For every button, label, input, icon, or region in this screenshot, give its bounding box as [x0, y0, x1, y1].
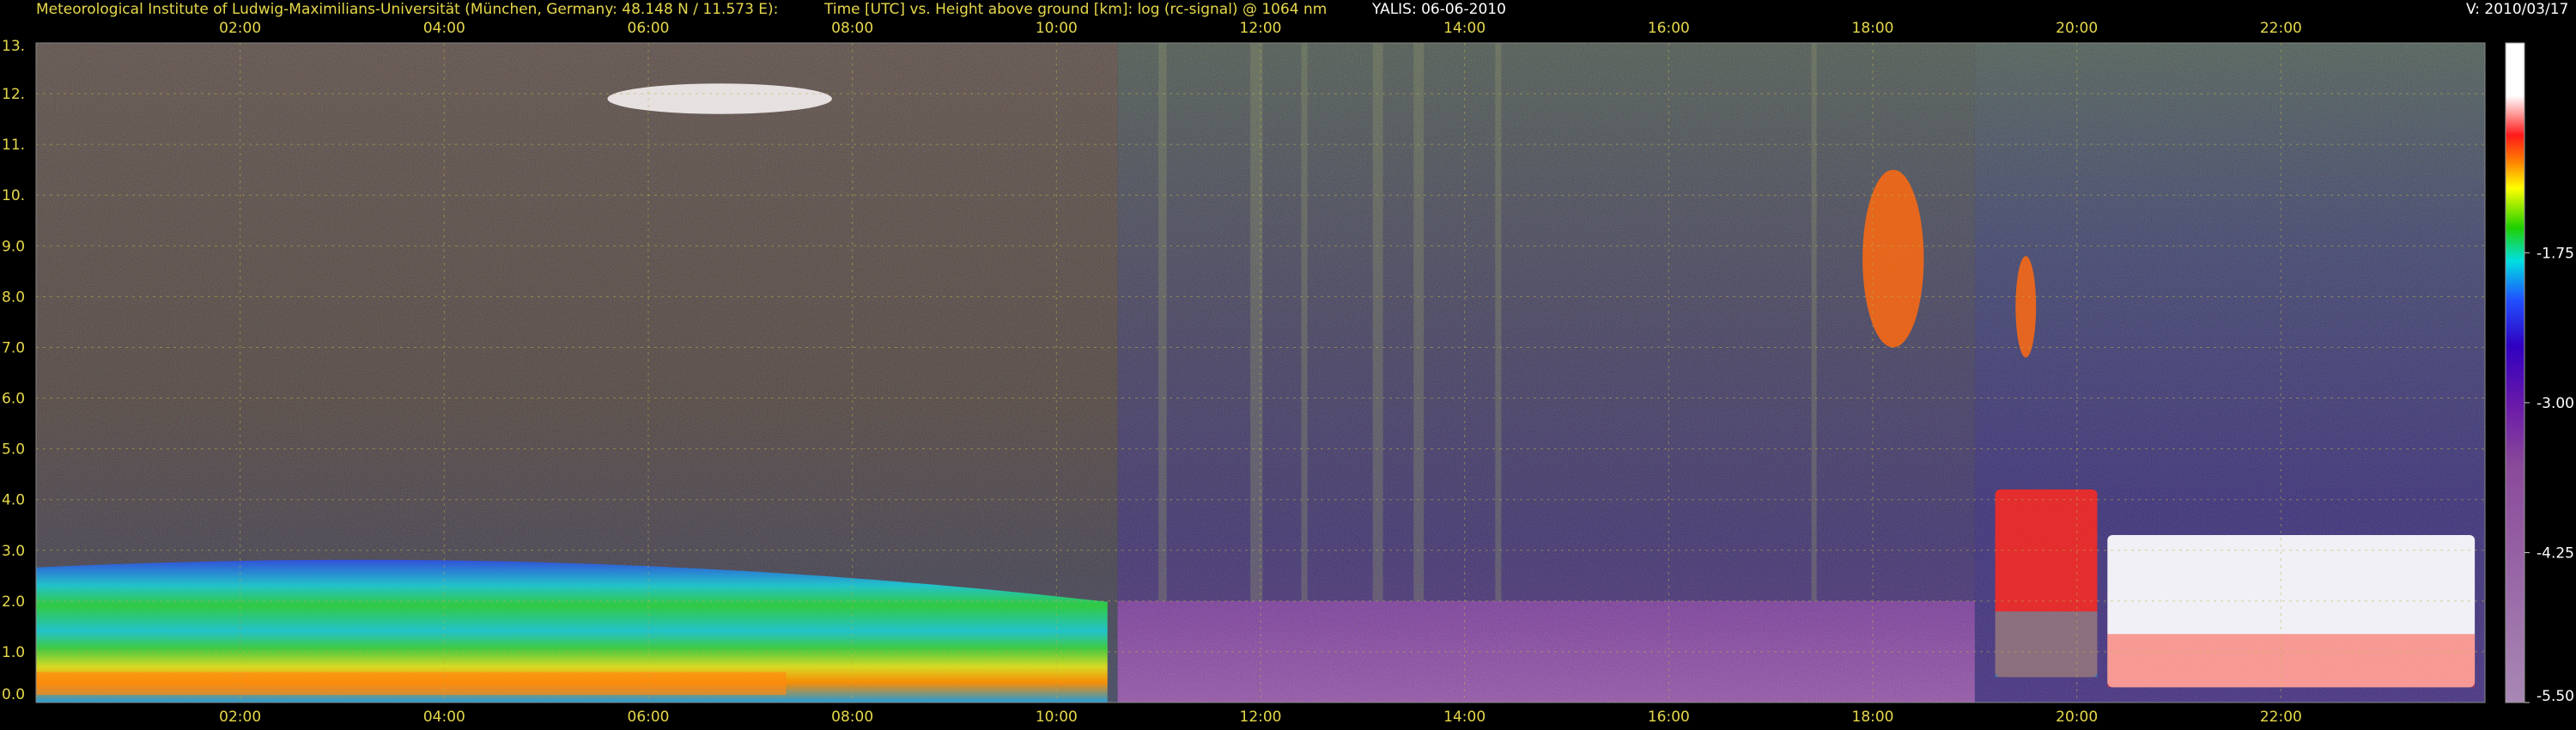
- y-tick-label: 7.0: [2, 339, 25, 356]
- feature-convective-clouds-edge: [1995, 611, 2098, 678]
- y-tick-label: 12.: [2, 86, 25, 103]
- y-tick-label: 8.0: [2, 289, 25, 306]
- x-tick-label-top: 04:00: [423, 20, 465, 37]
- x-tick-label-top: 22:00: [2260, 20, 2302, 37]
- x-tick-label-top: 02:00: [219, 20, 261, 37]
- y-tick-label: 11.: [2, 137, 25, 154]
- x-tick-label-bottom: 18:00: [1852, 709, 1894, 726]
- version-label: V: 2010/03/17: [2466, 1, 2569, 18]
- y-tick-label: 5.0: [2, 441, 25, 459]
- y-tick-label: 6.0: [2, 391, 25, 408]
- y-tick-label: 1.0: [2, 644, 25, 661]
- feature-cirrus-streak: [1862, 169, 1924, 348]
- y-tick-label: 4.0: [2, 492, 25, 509]
- y-tick-label: 0.0: [2, 686, 25, 703]
- chart-description: Time [UTC] vs. Height above ground [km]:…: [824, 1, 1327, 18]
- x-tick-label-bottom: 10:00: [1036, 709, 1078, 726]
- x-tick-label-bottom: 04:00: [423, 709, 465, 726]
- x-tick-label-top: 14:00: [1443, 20, 1485, 37]
- x-tick-label-bottom: 22:00: [2260, 709, 2302, 726]
- colorbar-tick-label: -5.50: [2537, 688, 2574, 705]
- colorbar-tick-label: -3.00: [2537, 395, 2574, 412]
- x-tick-label-top: 16:00: [1648, 20, 1690, 37]
- colorbar-gradient: [2505, 42, 2525, 703]
- x-tick-label-bottom: 12:00: [1240, 709, 1282, 726]
- x-tick-label-top: 06:00: [628, 20, 670, 37]
- y-tick-label: 3.0: [2, 543, 25, 560]
- y-tick-label: 10.: [2, 187, 25, 204]
- lidar-time-height-chart: 0.0 1.0 2.0 3.0 4.0 5.0 6.0 7.0 8.0 9.0 10. 11. 12. 1…: [2, 20, 2574, 726]
- y-tick-label: 2.0: [2, 593, 25, 611]
- institute-label: Meteorological Institute of Ludwig-Maxim…: [36, 1, 779, 18]
- feature-cirrus: [607, 83, 832, 114]
- x-axis-ticks-bottom: 02:00 04:00 06:00 08:00 10:00 12:00 14:00 16:00…: [219, 709, 2302, 726]
- x-tick-label-bottom: 08:00: [831, 709, 873, 726]
- colorbar: -1.75 -3.00 -4.25 -5.50: [2505, 42, 2574, 705]
- x-tick-label-top: 10:00: [1036, 20, 1078, 37]
- x-tick-label-top: 08:00: [831, 20, 873, 37]
- x-tick-label-bottom: 16:00: [1648, 709, 1690, 726]
- x-tick-label-bottom: 20:00: [2056, 709, 2098, 726]
- y-axis-ticks: 0.0 1.0 2.0 3.0 4.0 5.0 6.0 7.0 8.0 9.0 10. 11. 12. 1…: [2, 38, 25, 703]
- colorbar-tick-label: -4.25: [2537, 544, 2574, 562]
- x-tick-label-top: 12:00: [1240, 20, 1282, 37]
- y-tick-label: 13.: [2, 38, 25, 55]
- x-tick-label-bottom: 02:00: [219, 709, 261, 726]
- x-tick-label-bottom: 06:00: [628, 709, 670, 726]
- instrument-date-label: YALIS: 06-06-2010: [1372, 1, 1506, 18]
- feature-low-clouds-edge: [2107, 634, 2476, 688]
- colorbar-tick-label: -1.75: [2537, 245, 2574, 262]
- x-tick-label-top: 20:00: [2056, 20, 2098, 37]
- x-tick-label-top: 18:00: [1852, 20, 1894, 37]
- feature-cirrus-streak: [2015, 256, 2037, 358]
- feature-aerosol-core: [36, 672, 787, 696]
- x-tick-label-bottom: 14:00: [1443, 709, 1485, 726]
- y-tick-label: 9.0: [2, 238, 25, 255]
- x-axis-ticks-top: 02:00 04:00 06:00 08:00 10:00 12:00 14:00 16:00…: [219, 20, 2302, 37]
